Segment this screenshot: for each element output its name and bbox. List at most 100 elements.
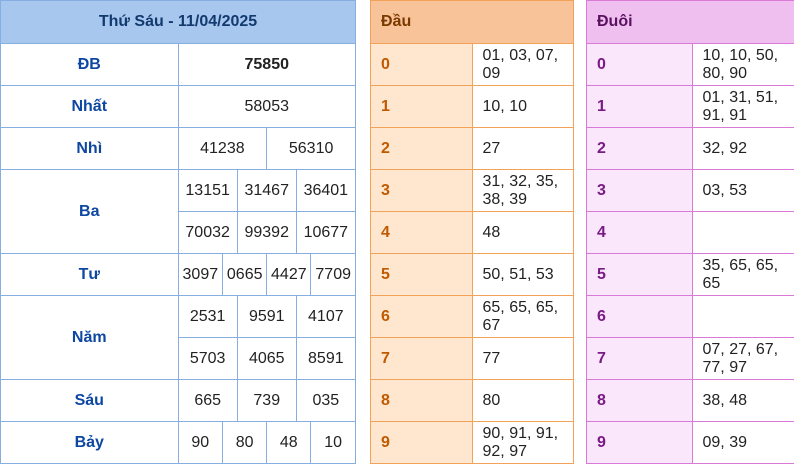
dau-nums: 48 [472,212,574,254]
duoi-nums: 35, 65, 65, 65 [692,254,794,296]
duoi-key: 3 [587,170,693,212]
dau-row: 665, 65, 65, 67 [371,296,574,338]
prize-value-nhat: 58053 [178,86,356,128]
prize-value-bay: 80 [223,422,267,463]
prize-value-ba: 99392 [237,212,296,254]
prize-cell-bay: 90 80 48 10 [178,422,356,464]
prize-value-db: 75850 [178,44,356,86]
duoi-row: 909, 39 [587,422,794,464]
dau-nums: 77 [472,338,574,380]
duoi-nums: 32, 92 [692,128,794,170]
duoi-nums: 07, 27, 67, 77, 97 [692,338,794,380]
prize-row-nhi: Nhì 41238 56310 [1,128,356,170]
prize-value-nam: 2531 [179,296,238,338]
prize-value-tu: 7709 [311,254,355,295]
prize-value-nam: 8591 [296,338,355,380]
prize-row-nam: Năm 2531 9591 4107 5703 4065 8591 [1,296,356,380]
duoi-row: 101, 31, 51, 91, 91 [587,86,794,128]
duoi-nums: 10, 10, 50, 80, 90 [692,44,794,86]
duoi-row: 010, 10, 50, 80, 90 [587,44,794,86]
dau-title: Đầu [371,1,574,44]
prize-label-bay: Bảy [1,422,179,464]
duoi-row: 838, 48 [587,380,794,422]
prize-value-sau: 665 [179,380,238,421]
prize-row-nhat: Nhất 58053 [1,86,356,128]
duoi-table: Đuôi 010, 10, 50, 80, 90 101, 31, 51, 91… [586,0,794,464]
prize-value-nam: 4107 [296,296,355,338]
prize-value-bay: 10 [311,422,355,463]
dau-nums: 80 [472,380,574,422]
duoi-row: 232, 92 [587,128,794,170]
dau-key: 3 [371,170,473,212]
dau-key: 6 [371,296,473,338]
duoi-key: 7 [587,338,693,380]
prize-value-ba: 36401 [296,170,355,212]
dau-nums: 27 [472,128,574,170]
dau-nums: 31, 32, 35, 38, 39 [472,170,574,212]
duoi-key: 5 [587,254,693,296]
prize-label-tu: Tư [1,254,179,296]
prize-label-sau: Sáu [1,380,179,422]
dau-key: 9 [371,422,473,464]
duoi-key: 4 [587,212,693,254]
prize-value-sau: 739 [237,380,296,421]
prize-value-nam: 9591 [237,296,296,338]
prize-value-tu: 3097 [179,254,223,295]
prize-value-ba: 13151 [179,170,238,212]
dau-nums: 01, 03, 07, 09 [472,44,574,86]
dau-key: 7 [371,338,473,380]
prize-value-ba: 10677 [296,212,355,254]
prize-value-nhi: 41238 [179,128,267,169]
dau-key: 4 [371,212,473,254]
dau-nums: 50, 51, 53 [472,254,574,296]
prize-cell-ba: 13151 31467 36401 70032 99392 10677 [178,170,356,254]
prize-row-ba: Ba 13151 31467 36401 70032 99392 10677 [1,170,356,254]
duoi-nums: 38, 48 [692,380,794,422]
dau-table: Đầu 001, 03, 07, 09 110, 10 227 331, 32,… [370,0,574,464]
prize-label-nhat: Nhất [1,86,179,128]
prize-value-nam: 4065 [237,338,296,380]
dau-key: 2 [371,128,473,170]
dau-nums: 10, 10 [472,86,574,128]
prize-cell-nhi: 41238 56310 [178,128,356,170]
duoi-key: 2 [587,128,693,170]
duoi-key: 9 [587,422,693,464]
duoi-row: 6 [587,296,794,338]
dau-row: 001, 03, 07, 09 [371,44,574,86]
prize-value-tu: 0665 [223,254,267,295]
prize-label-ba: Ba [1,170,179,254]
duoi-key: 6 [587,296,693,338]
results-table: Thứ Sáu - 11/04/2025 ĐB 75850 Nhất 58053… [0,0,356,464]
dau-row: 990, 91, 91, 92, 97 [371,422,574,464]
duoi-row: 707, 27, 67, 77, 97 [587,338,794,380]
dau-row: 331, 32, 35, 38, 39 [371,170,574,212]
prize-value-sau: 035 [296,380,355,421]
prize-row-sau: Sáu 665 739 035 [1,380,356,422]
duoi-row: 4 [587,212,794,254]
dau-row: 880 [371,380,574,422]
duoi-key: 8 [587,380,693,422]
prize-label-nam: Năm [1,296,179,380]
prize-value-ba: 31467 [237,170,296,212]
prize-value-ba: 70032 [179,212,238,254]
prize-value-bay: 90 [179,422,223,463]
prize-label-nhi: Nhì [1,128,179,170]
duoi-key: 0 [587,44,693,86]
duoi-title: Đuôi [587,1,794,44]
dau-row: 110, 10 [371,86,574,128]
dau-row: 777 [371,338,574,380]
duoi-key: 1 [587,86,693,128]
prize-row-bay: Bảy 90 80 48 10 [1,422,356,464]
prize-cell-nam: 2531 9591 4107 5703 4065 8591 [178,296,356,380]
prize-cell-tu: 3097 0665 4427 7709 [178,254,356,296]
dau-row: 227 [371,128,574,170]
duoi-row: 303, 53 [587,170,794,212]
dau-nums: 90, 91, 91, 92, 97 [472,422,574,464]
prize-cell-sau: 665 739 035 [178,380,356,422]
dau-nums: 65, 65, 65, 67 [472,296,574,338]
duoi-nums: 09, 39 [692,422,794,464]
prize-row-db: ĐB 75850 [1,44,356,86]
duoi-row: 535, 65, 65, 65 [587,254,794,296]
duoi-nums: 03, 53 [692,170,794,212]
duoi-nums [692,212,794,254]
